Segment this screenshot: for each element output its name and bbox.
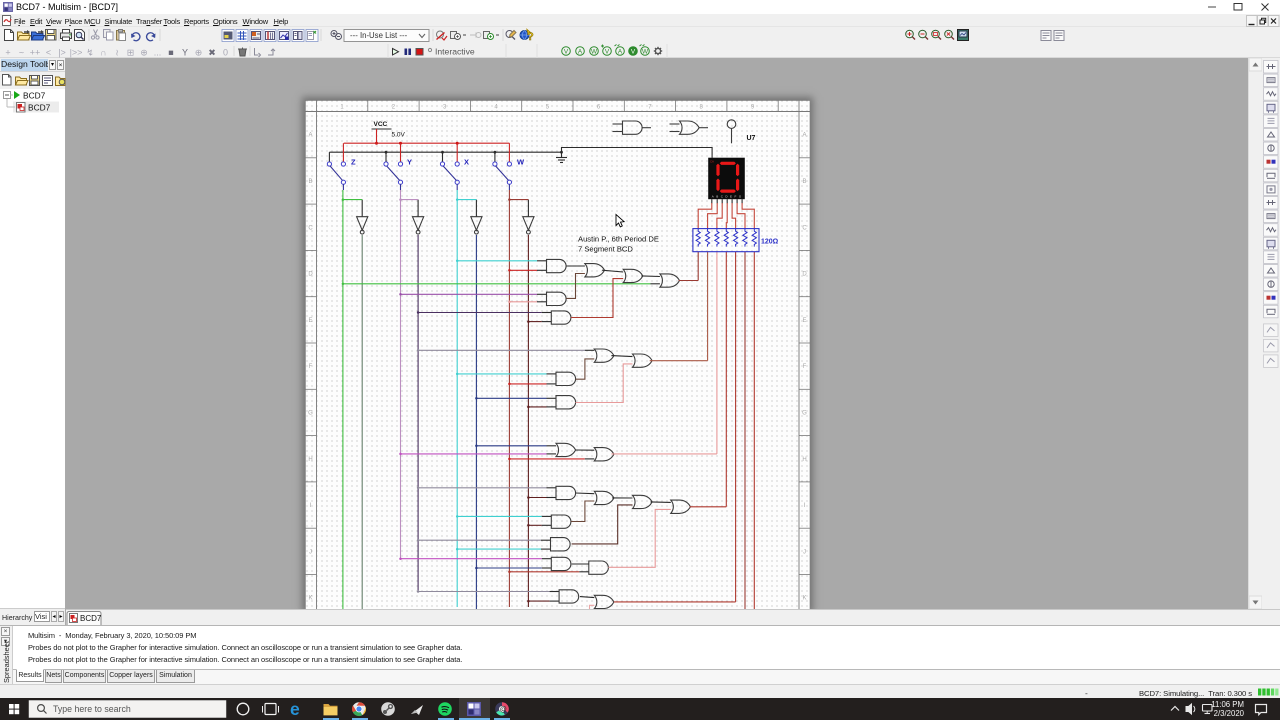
svg-text:A: A <box>308 133 312 139</box>
svg-text:~: ~ <box>19 48 24 58</box>
svg-text:11:06 PM: 11:06 PM <box>1211 700 1244 709</box>
svg-text:G: G <box>308 411 313 417</box>
svg-text:BCD7: BCD7 <box>23 91 46 101</box>
svg-text:VCC: VCC <box>373 121 387 128</box>
svg-text:ABCDEFG: ABCDEFG <box>711 195 743 199</box>
svg-text:120Ω: 120Ω <box>761 239 779 246</box>
svg-text:7 Segment BCD: 7 Segment BCD <box>578 245 633 254</box>
svg-text:■: ■ <box>168 48 173 58</box>
svg-text:e: e <box>290 699 300 719</box>
svg-text:E: E <box>308 318 312 324</box>
svg-text:Type here to search: Type here to search <box>53 704 131 714</box>
svg-text:V: V <box>605 49 610 56</box>
svg-text:K: K <box>802 596 806 602</box>
svg-text:⊕: ⊕ <box>195 48 203 58</box>
svg-text:B: B <box>308 179 312 185</box>
svg-text:D: D <box>802 272 807 278</box>
svg-text:W: W <box>642 49 649 56</box>
svg-text:D: D <box>308 272 313 278</box>
svg-text:≀: ≀ <box>115 48 118 58</box>
svg-text:J: J <box>309 549 312 555</box>
svg-text:E: E <box>802 318 806 324</box>
svg-text:W: W <box>591 49 598 56</box>
svg-text:X: X <box>464 158 469 167</box>
svg-text:C: C <box>802 225 807 231</box>
svg-text:Y: Y <box>407 158 412 167</box>
svg-text:F: F <box>308 364 312 370</box>
svg-text:U7: U7 <box>746 135 755 142</box>
svg-text:<: < <box>46 48 51 58</box>
svg-text:V: V <box>564 49 569 56</box>
svg-text:5.0V: 5.0V <box>391 132 405 139</box>
svg-text:A: A <box>618 49 623 56</box>
svg-text:V: V <box>631 49 636 56</box>
svg-text:+: + <box>5 48 10 58</box>
svg-text:A: A <box>802 133 806 139</box>
svg-text:++: ++ <box>30 48 41 58</box>
svg-text:Y: Y <box>182 48 188 58</box>
svg-text:H: H <box>802 457 806 463</box>
svg-text:⊕: ⊕ <box>140 48 148 58</box>
svg-text:|>: |> <box>58 48 66 58</box>
svg-text:↯: ↯ <box>86 48 94 58</box>
svg-text:✖: ✖ <box>208 48 216 58</box>
svg-text:CA: CA <box>710 160 714 164</box>
svg-text:W: W <box>517 158 525 167</box>
svg-text:A: A <box>578 49 583 56</box>
svg-text:Spreadsheet: Spreadsheet <box>2 641 11 683</box>
svg-text:|>>: |>> <box>70 48 83 58</box>
svg-text:BCD7: BCD7 <box>28 103 51 113</box>
svg-text:∩: ∩ <box>100 48 106 58</box>
svg-text:Interactive: Interactive <box>435 47 475 57</box>
svg-text:J: J <box>803 549 806 555</box>
svg-text:0: 0 <box>223 48 228 58</box>
svg-text:G: G <box>802 411 807 417</box>
svg-text:@: @ <box>500 707 507 714</box>
svg-text:...: ... <box>154 48 162 58</box>
svg-text:2/3/2020: 2/3/2020 <box>1214 709 1245 718</box>
svg-text:C: C <box>308 225 313 231</box>
svg-text:F: F <box>802 364 806 370</box>
svg-text:B: B <box>802 179 806 185</box>
svg-text:H: H <box>308 457 312 463</box>
svg-text:Austin P., 6th Period DE: Austin P., 6th Period DE <box>578 235 659 244</box>
svg-text:K: K <box>308 596 312 602</box>
svg-text:--- In-Use List ---: --- In-Use List --- <box>350 31 408 40</box>
svg-text:Z: Z <box>351 158 356 167</box>
svg-text:⊞: ⊞ <box>127 48 135 58</box>
svg-text:?: ? <box>527 31 534 43</box>
